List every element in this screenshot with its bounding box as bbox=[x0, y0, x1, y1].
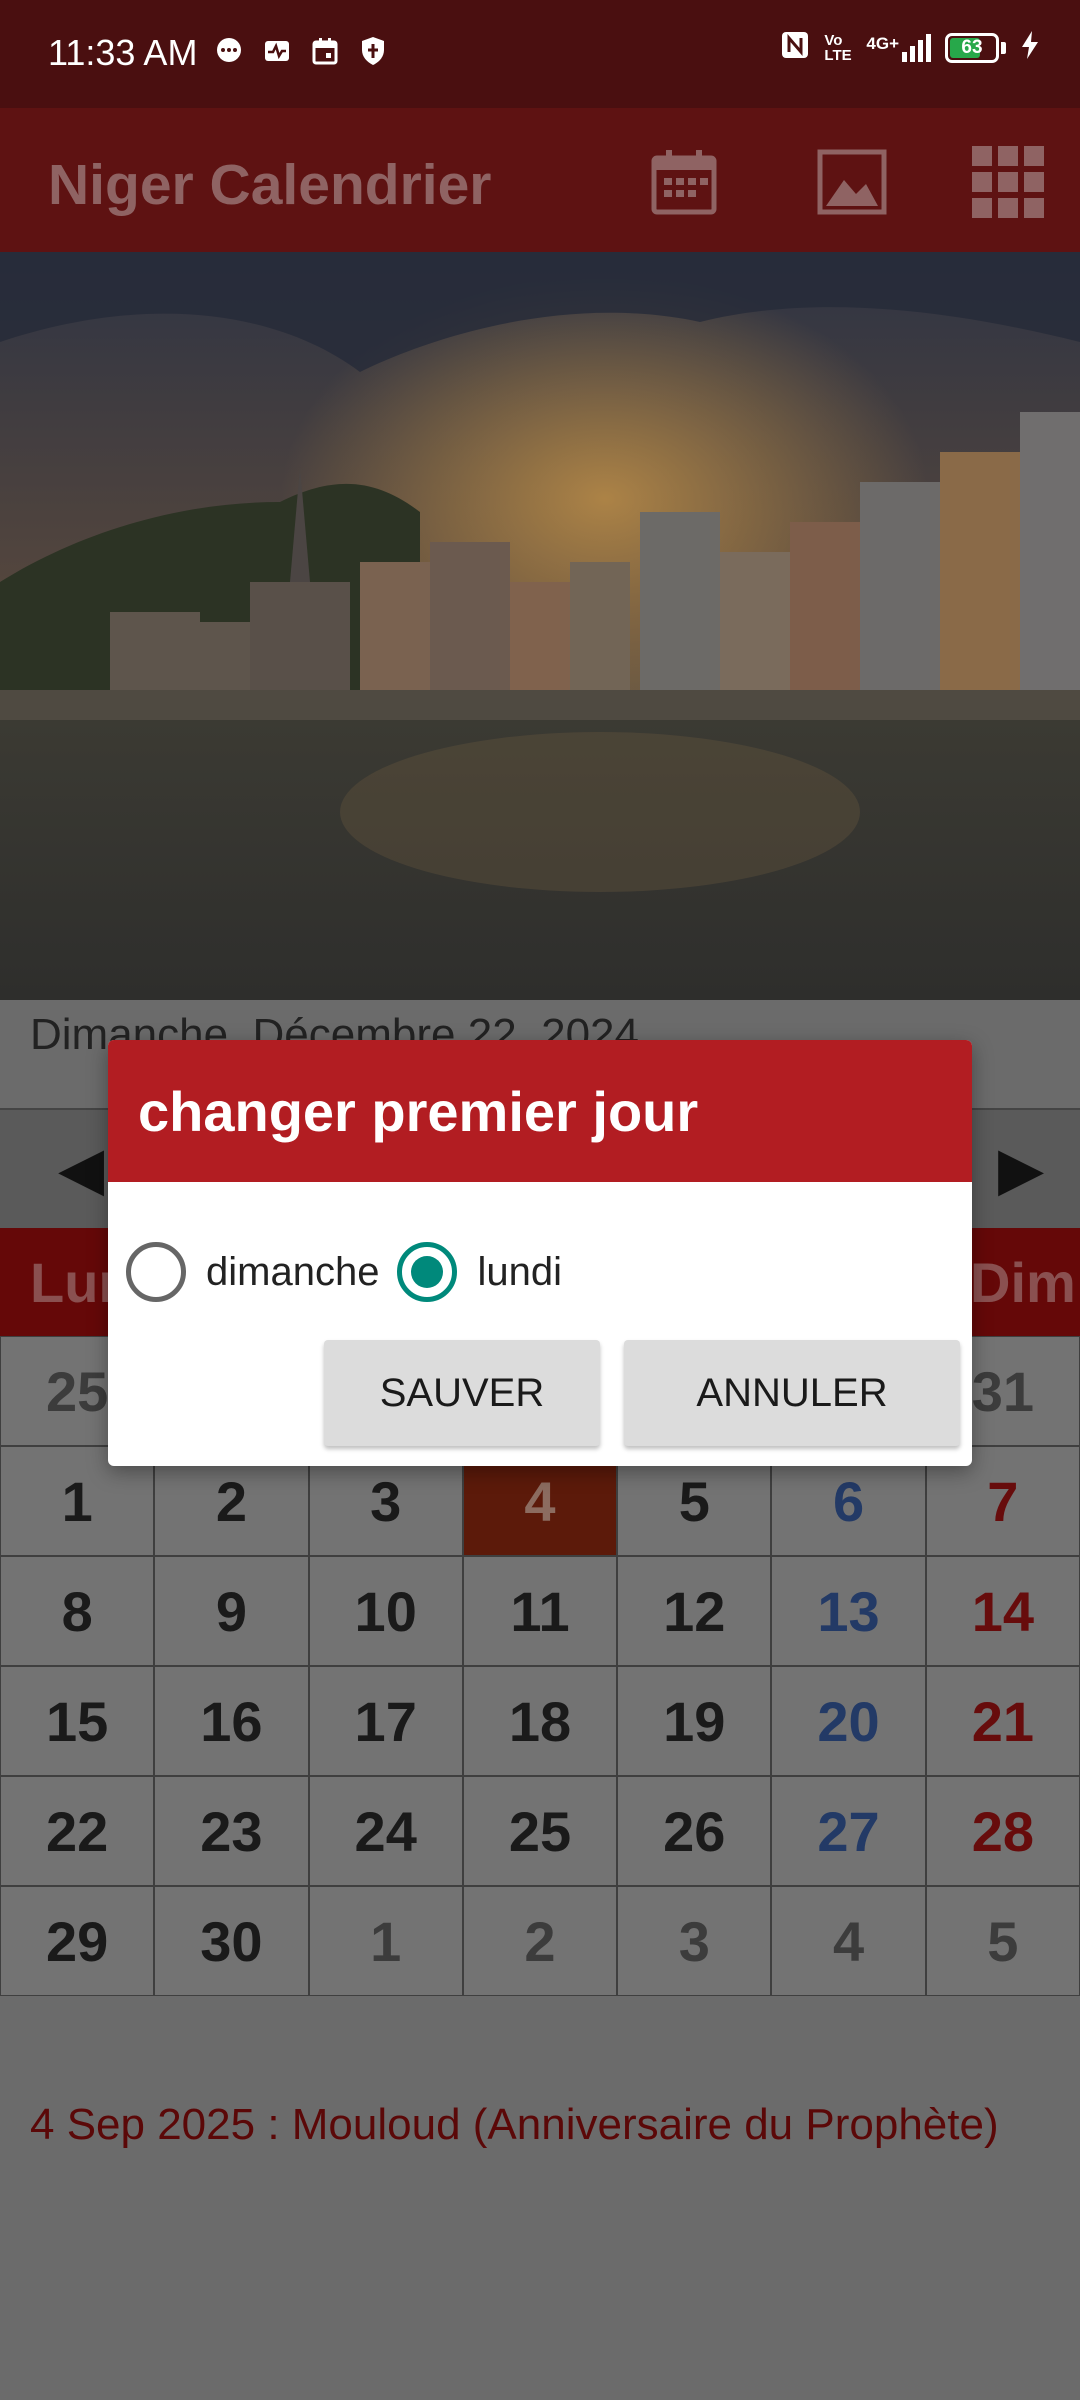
grid-menu-icon bbox=[972, 146, 1044, 218]
day-cell[interactable]: 1 bbox=[308, 1886, 463, 1996]
day-cell[interactable]: 25 bbox=[462, 1776, 618, 1886]
save-button[interactable]: SAUVER bbox=[324, 1340, 600, 1446]
signal-4g-icon: 4G+ bbox=[866, 33, 931, 62]
battery-icon: 63 bbox=[945, 32, 999, 63]
chat-icon bbox=[214, 36, 244, 66]
app-title: Niger Calendrier bbox=[48, 153, 492, 217]
day-cell[interactable]: 29 bbox=[0, 1886, 155, 1996]
image-button[interactable] bbox=[816, 146, 888, 218]
nfc-icon bbox=[780, 30, 810, 65]
next-holiday[interactable]: 4 Sep 2025 : Mouloud (Anniversaire du Pr… bbox=[30, 2100, 999, 2150]
radio-option-monday[interactable]: lundi bbox=[397, 1242, 562, 1302]
header-photo bbox=[0, 252, 1080, 1000]
radio-label-monday: lundi bbox=[477, 1249, 562, 1294]
day-cell[interactable]: 23 bbox=[154, 1776, 309, 1886]
radio-option-sunday[interactable]: dimanche bbox=[126, 1242, 379, 1302]
day-cell[interactable]: 22 bbox=[0, 1776, 155, 1886]
day-cell[interactable]: 21 bbox=[925, 1666, 1080, 1776]
day-cell[interactable]: 14 bbox=[925, 1556, 1080, 1666]
day-cell[interactable]: 27 bbox=[771, 1776, 926, 1886]
day-cell[interactable]: 24 bbox=[308, 1776, 463, 1886]
system-icons: Vo LTE 4G+ 63 bbox=[780, 30, 1040, 65]
cancel-button[interactable]: ANNULER bbox=[624, 1340, 960, 1446]
day-cell[interactable]: 26 bbox=[617, 1776, 772, 1886]
day-cell[interactable]: 20 bbox=[771, 1666, 926, 1776]
radio-label-sunday: dimanche bbox=[206, 1249, 380, 1294]
radio-checked-icon[interactable] bbox=[397, 1242, 458, 1302]
day-cell[interactable]: 30 bbox=[154, 1886, 309, 1996]
day-cell[interactable]: 13 bbox=[771, 1556, 926, 1666]
calendar-icon bbox=[651, 150, 717, 215]
day-cell[interactable]: 3 bbox=[617, 1886, 772, 1996]
weekday-label-sun: Dim bbox=[970, 1251, 1076, 1314]
day-cell[interactable]: 15 bbox=[0, 1666, 155, 1776]
day-cell[interactable]: 5 bbox=[925, 1886, 1080, 1996]
activity-icon bbox=[262, 36, 292, 66]
calendar-notif-icon bbox=[310, 36, 340, 66]
status-bar: 11:33 AM Vo LTE 4G+ 63 bbox=[0, 0, 1080, 108]
day-cell[interactable]: 2 bbox=[462, 1886, 618, 1996]
prev-month-button[interactable]: ◀ bbox=[58, 1134, 104, 1204]
calendar-button[interactable] bbox=[648, 146, 720, 218]
battery-level: 63 bbox=[961, 36, 983, 58]
app-bar: Niger Calendrier bbox=[0, 108, 1080, 252]
charging-icon bbox=[1020, 30, 1040, 65]
day-cell[interactable]: 4 bbox=[771, 1886, 926, 1996]
day-cell[interactable]: 16 bbox=[154, 1666, 309, 1776]
next-month-button[interactable]: ▶ bbox=[998, 1134, 1044, 1204]
dialog-title: changer premier jour bbox=[108, 1040, 972, 1182]
notification-icons bbox=[214, 36, 388, 66]
day-cell[interactable]: 10 bbox=[308, 1556, 463, 1666]
day-cell[interactable]: 9 bbox=[154, 1556, 309, 1666]
day-cell[interactable]: 11 bbox=[462, 1556, 618, 1666]
radio-unchecked-icon[interactable] bbox=[126, 1242, 186, 1302]
network-label: 4G+ bbox=[866, 33, 899, 53]
radio-dot bbox=[411, 1256, 444, 1288]
image-icon bbox=[817, 149, 887, 215]
day-cell[interactable]: 8 bbox=[0, 1556, 155, 1666]
day-cell[interactable]: 19 bbox=[617, 1666, 772, 1776]
volte-icon: Vo LTE bbox=[824, 31, 852, 64]
shield-icon bbox=[358, 36, 388, 66]
day-cell[interactable]: 12 bbox=[617, 1556, 772, 1666]
day-cell[interactable]: 17 bbox=[308, 1666, 463, 1776]
day-cell[interactable]: 18 bbox=[462, 1666, 618, 1776]
first-day-radio-group: dimanche lundi bbox=[126, 1242, 580, 1302]
battery-tip bbox=[1001, 41, 1006, 54]
day-cell[interactable]: 28 bbox=[925, 1776, 1080, 1886]
first-day-dialog: changer premier jour dimanche lundi SAUV… bbox=[108, 1040, 972, 1466]
status-time: 11:33 AM bbox=[48, 32, 198, 73]
grid-menu-button[interactable] bbox=[972, 146, 1044, 218]
